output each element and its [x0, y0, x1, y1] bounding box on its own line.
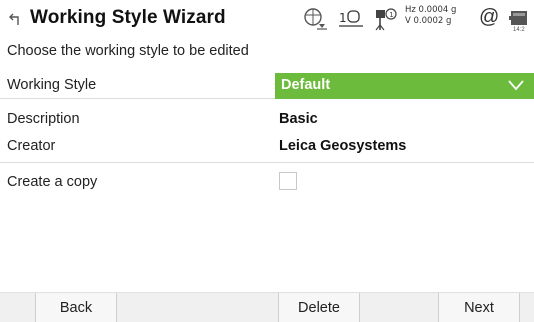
working-style-select[interactable]: Default	[275, 73, 534, 99]
next-button[interactable]: Next	[438, 293, 520, 322]
creator-value: Leica Geosystems	[279, 138, 407, 154]
clock: 14:2	[513, 27, 525, 33]
description-row: Description Basic	[0, 107, 534, 133]
instruction-text: Choose the working style to be edited	[7, 43, 249, 59]
page-title: Working Style Wizard	[30, 7, 226, 28]
instrument-face-icon[interactable]: 1	[337, 6, 365, 32]
button-bar: Back Delete Next	[0, 292, 534, 322]
back-button[interactable]: Back	[35, 293, 117, 322]
working-style-value: Default	[281, 77, 331, 93]
create-copy-row: Create a copy	[0, 170, 534, 196]
delete-button[interactable]: Delete	[278, 293, 360, 322]
description-value: Basic	[279, 111, 318, 127]
creator-label: Creator	[7, 138, 56, 154]
tilt-v: V 0.0002 g	[405, 16, 452, 26]
back-arrow-icon[interactable]	[8, 11, 22, 27]
svg-text:1: 1	[389, 11, 393, 19]
tilt-hz: Hz 0.0004 g	[405, 5, 457, 15]
svg-text:1: 1	[339, 11, 347, 25]
title-bar: Working Style Wizard 1 1 Hz 0.0004 g V 0…	[0, 0, 534, 40]
gps-icon[interactable]	[302, 6, 328, 32]
divider	[0, 162, 534, 163]
pole-icon[interactable]: 1	[373, 6, 399, 32]
creator-row: Creator Leica Geosystems	[0, 134, 534, 160]
tilt-readout: Hz 0.0004 g V 0.0002 g	[405, 5, 456, 27]
description-label: Description	[7, 111, 80, 127]
working-style-label: Working Style	[7, 77, 97, 93]
at-icon[interactable]: @	[479, 6, 499, 29]
chevron-down-icon	[508, 80, 524, 91]
create-copy-checkbox[interactable]	[279, 172, 297, 190]
create-copy-label: Create a copy	[7, 174, 98, 190]
